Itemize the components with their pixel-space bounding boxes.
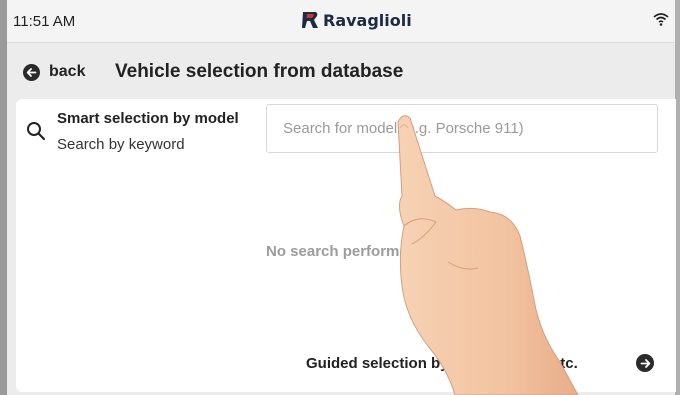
back-arrow-icon [23, 63, 40, 81]
status-time: 11:51 AM [13, 13, 76, 30]
back-button[interactable]: back [23, 63, 85, 81]
title-bar: back Vehicle selection from database [7, 43, 675, 95]
brand-logo: Ravaglioli [301, 8, 412, 32]
empty-results-message: No search performed [266, 243, 417, 260]
search-icon [26, 121, 46, 146]
device-bezel-left [0, 0, 7, 395]
page-title: Vehicle selection from database [115, 61, 404, 82]
ravaglioli-logo-icon [302, 12, 318, 28]
model-search-input[interactable] [266, 104, 658, 153]
guided-selection-label: Guided selection by make, model, etc. [306, 355, 578, 372]
arrow-right-circle-icon [636, 354, 654, 372]
selection-card: Smart selection by model Search by keywo… [16, 99, 676, 392]
guided-selection-button[interactable]: Guided selection by make, model, etc. [306, 354, 654, 372]
smart-selection-title: Smart selection by model [57, 110, 239, 127]
brand-name: Ravaglioli [323, 10, 412, 30]
smart-selection-subtitle: Search by keyword [57, 136, 185, 153]
status-bar: 11:51 AM Ravaglioli [7, 0, 675, 43]
wifi-icon [653, 12, 669, 31]
back-label: back [49, 63, 86, 80]
